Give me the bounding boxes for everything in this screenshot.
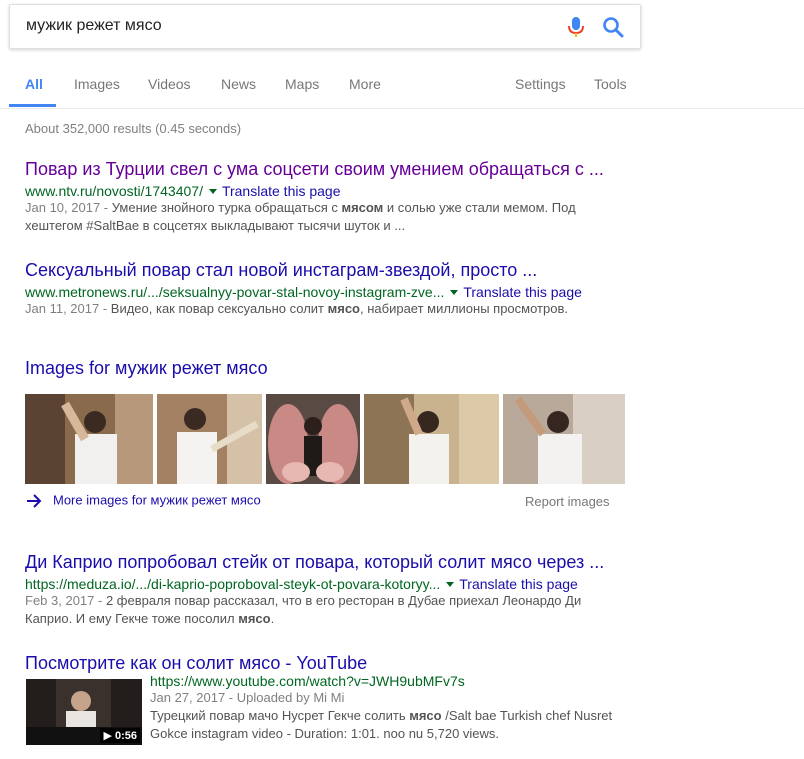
result-snippet: Feb 3, 2017 - 2 февраля повар рассказал,…: [25, 592, 604, 628]
tab-all[interactable]: All: [25, 76, 43, 92]
result-url: www.ntv.ru/novosti/1743407/Translate thi…: [25, 183, 604, 199]
result-title-link[interactable]: Посмотрите как он солит мясо - YouTube: [25, 653, 367, 674]
result-url-text: https://www.youtube.com/watch?v=JWH9ubMF…: [150, 673, 465, 689]
images-heading-link[interactable]: Images for мужик режет мясо: [25, 358, 268, 379]
snippet-text: , набирает миллионы просмотров.: [360, 301, 568, 316]
result-title-link[interactable]: Сексуальный повар стал новой инстаграм-з…: [25, 260, 582, 281]
result-title-link[interactable]: Ди Каприо попробовал стейк от повара, ко…: [25, 552, 604, 573]
video-result-details: https://www.youtube.com/watch?v=JWH9ubMF…: [150, 673, 612, 743]
dropdown-arrow-icon[interactable]: [446, 581, 455, 587]
search-input[interactable]: мужик режет мясо: [26, 17, 162, 35]
tab-settings[interactable]: Settings: [515, 76, 566, 92]
translate-link[interactable]: Translate this page: [459, 576, 578, 592]
image-thumbnail[interactable]: [25, 394, 153, 484]
snippet-keyword: мясом: [341, 200, 384, 215]
tab-maps[interactable]: Maps: [285, 76, 319, 92]
snippet-text: .: [270, 611, 275, 626]
snippet-keyword: мясо: [238, 611, 271, 626]
snippet-text: Турецкий повар мачо Нусрет Гекче солить: [150, 708, 410, 723]
result-url: www.metronews.ru/.../seksualnyy-povar-st…: [25, 284, 582, 300]
result-date: Jan 11, 2017 -: [25, 301, 108, 316]
dropdown-arrow-icon[interactable]: [450, 289, 459, 295]
result-snippet: Jan 10, 2017 - Умение знойного турка обр…: [25, 199, 604, 235]
search-box[interactable]: мужик режет мясо: [9, 4, 641, 49]
snippet-keyword: мясо: [409, 708, 442, 723]
image-thumbnail[interactable]: [157, 394, 262, 484]
image-thumbnail[interactable]: [364, 394, 499, 484]
arrow-right-icon: [27, 494, 42, 508]
result-url-text: www.metronews.ru/.../seksualnyy-povar-st…: [25, 284, 445, 300]
image-thumbnail[interactable]: [266, 394, 360, 484]
active-tab-indicator: [9, 104, 56, 107]
search-result: Ди Каприо попробовал стейк от повара, ко…: [25, 552, 604, 628]
tab-more[interactable]: More: [349, 76, 381, 92]
tab-news[interactable]: News: [221, 76, 256, 92]
search-icon[interactable]: [602, 16, 624, 38]
tab-tools[interactable]: Tools: [594, 76, 627, 92]
translate-link[interactable]: Translate this page: [222, 183, 341, 199]
search-result: Повар из Турции свел с ума соцсети своим…: [25, 159, 604, 235]
microphone-icon[interactable]: [566, 16, 586, 38]
snippet-text: Умение знойного турка обращаться с: [111, 200, 342, 215]
tab-videos[interactable]: Videos: [148, 76, 191, 92]
result-url: https://meduza.io/.../di-kaprio-poprobov…: [25, 576, 604, 592]
snippet-text: /Salt bae Turkish chef Nusret: [441, 708, 613, 723]
more-images-link[interactable]: More images for мужик режет мясо: [25, 492, 261, 510]
snippet-text: Каприо. И ему Гекче тоже посолил: [25, 611, 239, 626]
tab-images[interactable]: Images: [74, 76, 120, 92]
snippet-text: 2 февраля повар рассказал, что в его рес…: [105, 593, 582, 608]
snippet-text: Gokce instagram video - Duration: 1:01. …: [150, 726, 500, 741]
snippet-text: хештегом #SaltBae в соцсетях выкладывают…: [25, 218, 406, 233]
snippet-text: и солью уже стали мемом. Под: [383, 200, 576, 215]
more-images-label: More images for мужик режет мясо: [53, 492, 261, 508]
tab-bar: All Images Videos News Maps More Setting…: [0, 60, 804, 109]
result-date: Feb 3, 2017 -: [25, 593, 103, 608]
translate-link[interactable]: Translate this page: [463, 284, 582, 300]
result-stats: About 352,000 results (0.45 seconds): [25, 121, 242, 136]
search-result: Посмотрите как он солит мясо - YouTube: [25, 653, 367, 674]
result-url-text: www.ntv.ru/novosti/1743407/: [25, 183, 203, 199]
video-meta: Jan 27, 2017 - Uploaded by Mi Mi: [150, 690, 345, 705]
search-result: Сексуальный повар стал новой инстаграм-з…: [25, 260, 582, 318]
result-title-link[interactable]: Повар из Турции свел с ума соцсети своим…: [25, 159, 604, 180]
report-images-link[interactable]: Report images: [525, 494, 610, 509]
snippet-text: Видео, как повар сексуально солит: [110, 301, 328, 316]
video-duration: ▶ 0:56: [100, 728, 140, 743]
dropdown-arrow-icon[interactable]: [208, 188, 217, 194]
result-snippet: Jan 27, 2017 - Uploaded by Mi Mi Турецки…: [150, 689, 612, 743]
video-thumbnail[interactable]: ▶ 0:56: [26, 679, 142, 745]
snippet-keyword: мясо: [327, 301, 360, 316]
result-url-text: https://meduza.io/.../di-kaprio-poprobov…: [25, 576, 441, 592]
image-thumbnail[interactable]: [503, 394, 625, 484]
result-date: Jan 10, 2017 -: [25, 200, 109, 215]
result-snippet: Jan 11, 2017 - Видео, как повар сексуаль…: [25, 300, 582, 318]
